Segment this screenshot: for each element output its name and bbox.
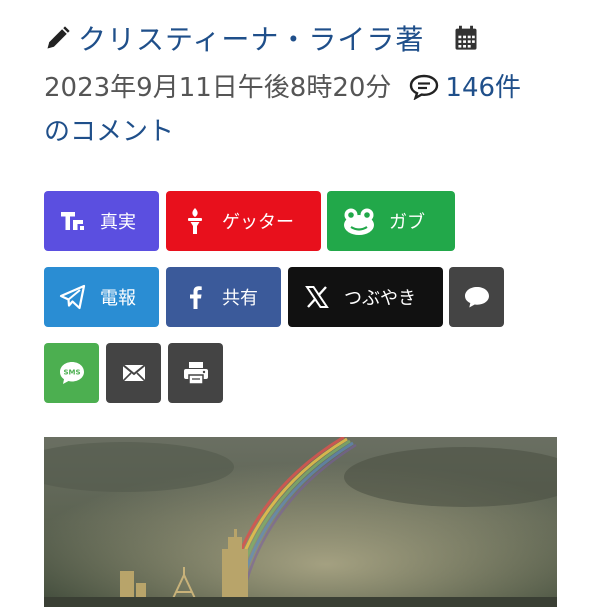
chat-bubble-icon	[464, 287, 489, 308]
share-x-label: つぶやき	[344, 288, 416, 309]
sms-icon: SMS	[59, 362, 84, 384]
share-telegram-button[interactable]: 電報	[44, 267, 159, 327]
telegram-icon	[59, 284, 86, 310]
print-icon	[183, 362, 208, 385]
article-image	[44, 437, 557, 607]
rainbow-city-photo	[44, 437, 557, 607]
share-truth-button[interactable]: 真実	[44, 191, 159, 251]
comments-count-link[interactable]: 146件	[445, 73, 521, 103]
sms-icon-text: SMS	[63, 369, 80, 377]
share-sms-button[interactable]: SMS	[44, 343, 99, 403]
calendar-icon	[455, 25, 477, 50]
share-truth-label: 真実	[100, 212, 136, 233]
pencil-icon	[47, 26, 70, 49]
share-messenger-button[interactable]	[449, 267, 504, 327]
share-facebook-button[interactable]: 共有	[166, 267, 281, 327]
share-gab-label: ガブ	[389, 212, 425, 233]
truth-social-icon	[61, 212, 84, 230]
gab-frog-icon	[344, 208, 374, 235]
comment-icon	[410, 74, 439, 100]
share-gab-button[interactable]: ガブ	[327, 191, 455, 251]
gettr-torch-icon	[188, 208, 202, 234]
share-gettr-button[interactable]: ゲッター	[166, 191, 321, 251]
facebook-icon	[190, 286, 202, 309]
comments-link-suffix[interactable]: のコメント	[44, 117, 174, 147]
share-gettr-label: ゲッター	[222, 212, 294, 233]
email-icon	[121, 364, 146, 382]
x-logo-icon	[305, 286, 329, 308]
share-telegram-label: 電報	[100, 288, 136, 309]
publish-date: 2023年9月11日午後8時20分	[44, 73, 392, 103]
author-link[interactable]: クリスティーナ・ライラ著	[78, 18, 424, 58]
share-email-button[interactable]	[106, 343, 161, 403]
print-button[interactable]	[168, 343, 223, 403]
share-facebook-label: 共有	[222, 288, 258, 309]
byline: クリスティーナ・ライラ著	[44, 18, 480, 58]
share-x-button[interactable]: つぶやき	[288, 267, 443, 327]
article-meta: 2023年9月11日午後8時20分 146件のコメント	[44, 66, 564, 154]
